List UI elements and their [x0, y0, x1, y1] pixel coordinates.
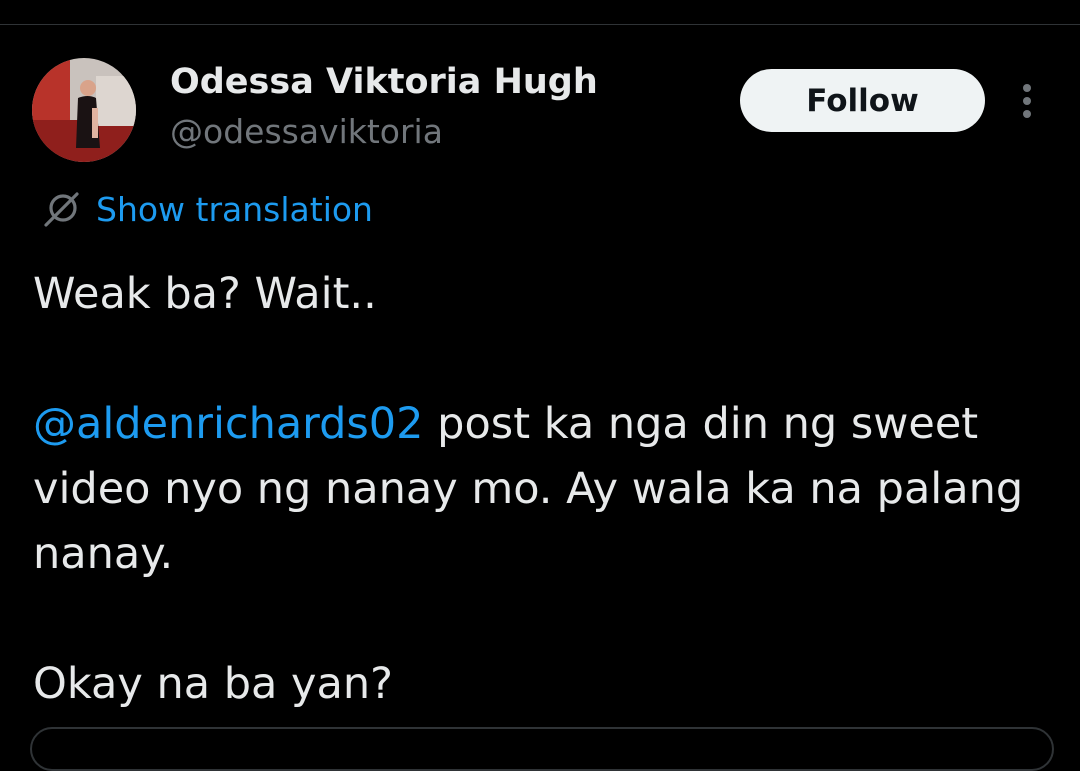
show-translation-link[interactable]: Show translation	[96, 190, 373, 229]
more-options-button[interactable]	[1010, 78, 1044, 124]
tweet-line-1: Weak ba? Wait..	[33, 269, 377, 319]
translate-icon	[44, 192, 79, 227]
tweet-line-3: Okay na ba yan?	[33, 659, 393, 709]
tweet-text: Weak ba? Wait.. @aldenrichards02 post ka…	[33, 262, 1053, 717]
follow-button[interactable]: Follow	[740, 69, 985, 132]
author-block: Odessa Viktoria Hugh @odessaviktoria	[170, 58, 598, 158]
avatar-photo	[32, 58, 136, 162]
more-dots-icon	[1023, 84, 1031, 118]
top-divider	[0, 24, 1080, 25]
tweet-line-2: @aldenrichards02 post ka nga din ng swee…	[33, 392, 1053, 587]
quoted-card-edge	[30, 727, 1054, 771]
show-translation-row[interactable]: Show translation	[44, 186, 373, 232]
avatar[interactable]	[32, 58, 136, 162]
author-handle[interactable]: @odessaviktoria	[170, 106, 598, 158]
mention-link[interactable]: @aldenrichards02	[33, 399, 424, 449]
author-display-name[interactable]: Odessa Viktoria Hugh	[170, 58, 598, 106]
